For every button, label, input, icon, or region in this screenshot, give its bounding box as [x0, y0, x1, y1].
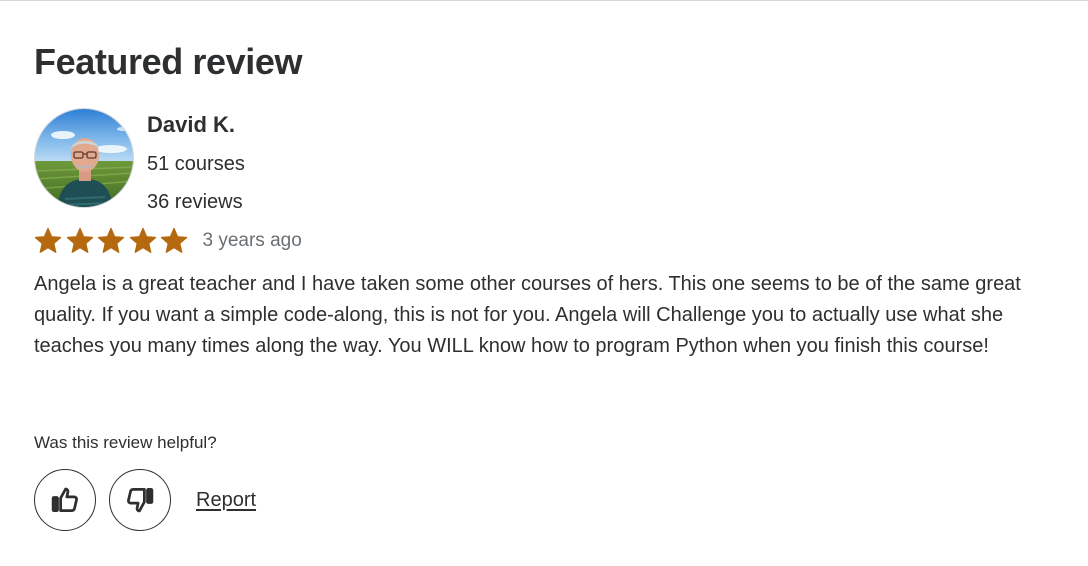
reviewer-info: David K. 51 courses 36 reviews [147, 110, 447, 214]
reviewer-name[interactable]: David K. [147, 110, 447, 140]
feedback-actions: Report [34, 469, 256, 531]
report-link[interactable]: Report [196, 489, 256, 512]
helpful-prompt: Was this review helpful? [34, 433, 217, 452]
helpful-yes-button[interactable] [34, 469, 96, 531]
top-divider [0, 0, 1088, 1]
review-text: Angela is a great teacher and I have tak… [34, 273, 1021, 357]
thumbs-down-icon [127, 488, 154, 513]
thumbs-up-icon [51, 487, 78, 512]
star-icon [129, 227, 156, 253]
star-icon [34, 227, 62, 253]
review-date: 3 years ago [202, 230, 302, 251]
star-icon [66, 227, 93, 253]
reviewer-course-count: 51 courses [147, 153, 245, 175]
section-title: Featured review [34, 41, 303, 82]
reviewer-avatar [34, 108, 134, 208]
star-rating [34, 227, 192, 255]
rating-row: 3 years ago [34, 226, 302, 256]
helpful-no-button[interactable] [109, 469, 171, 531]
star-icon [160, 227, 188, 253]
reviewer-review-count: 36 reviews [147, 191, 243, 213]
star-icon [97, 227, 125, 253]
